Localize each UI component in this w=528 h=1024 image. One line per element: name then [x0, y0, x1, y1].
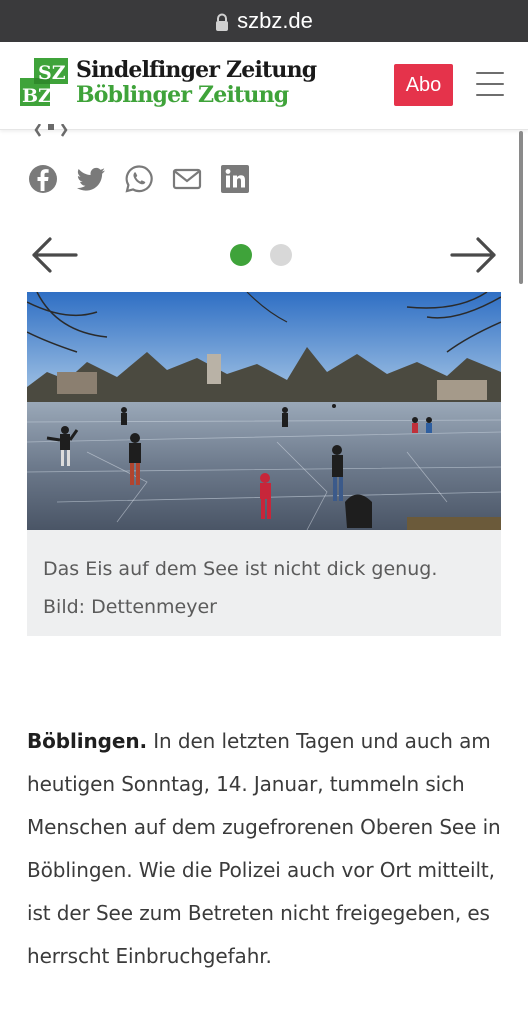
- page-scrollbar[interactable]: [519, 131, 523, 284]
- facebook-icon[interactable]: [28, 164, 58, 194]
- photo-caption-box: Das Eis auf dem See ist nicht dick genug…: [27, 530, 501, 636]
- svg-text:BZ: BZ: [22, 85, 52, 106]
- abo-button[interactable]: Abo: [394, 64, 453, 106]
- mail-icon[interactable]: [172, 164, 202, 194]
- arrow-left-icon[interactable]: [30, 234, 78, 276]
- logo-line2: Böblinger Zeitung: [76, 81, 289, 108]
- whatsapp-icon[interactable]: [124, 164, 154, 194]
- lock-icon: [216, 13, 229, 31]
- site-header: SZ BZ Sindelfinger Zeitung Böblinger Zei…: [0, 42, 528, 130]
- gallery-photo[interactable]: [27, 292, 501, 530]
- article-body: Böblingen. In den letzten Tagen und auch…: [27, 720, 517, 978]
- linkedin-icon[interactable]: [220, 164, 250, 194]
- browser-url-bar[interactable]: szbz.de: [0, 0, 528, 42]
- site-logo[interactable]: SZ BZ Sindelfinger Zeitung Böblinger Zei…: [20, 56, 317, 108]
- hamburger-menu-icon[interactable]: [476, 72, 504, 96]
- gallery-dot-active[interactable]: [230, 244, 252, 266]
- article-text: In den letzten Tagen und auch am heutige…: [27, 729, 501, 968]
- svg-text:SZ: SZ: [38, 62, 66, 84]
- twitter-icon[interactable]: [76, 164, 106, 194]
- gallery-dot[interactable]: [270, 244, 292, 266]
- audio-icon[interactable]: [34, 124, 68, 138]
- logo-line1: Sindelfinger Zeitung: [76, 56, 317, 83]
- article-paragraph: Böblingen. In den letzten Tagen und auch…: [27, 720, 517, 978]
- browser-url: szbz.de: [237, 8, 313, 33]
- share-row: [28, 164, 250, 194]
- article-dateline: Böblingen.: [27, 729, 147, 753]
- arrow-right-icon[interactable]: [450, 234, 498, 276]
- gallery-navigation: [0, 232, 528, 278]
- photo-caption: Das Eis auf dem See ist nicht dick genug…: [43, 558, 438, 618]
- logo-mark-icon: SZ BZ: [20, 58, 68, 106]
